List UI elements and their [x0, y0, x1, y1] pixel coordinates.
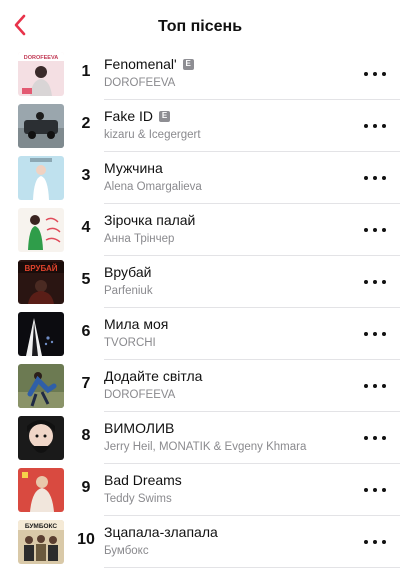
song-artist: kizaru & Icegergert — [104, 129, 201, 141]
explicit-badge: E — [159, 110, 171, 122]
song-rank: 4 — [81, 219, 91, 236]
song-artist: Parfeniuk — [104, 285, 153, 297]
ellipsis-icon[interactable] — [364, 222, 386, 238]
ellipsis-icon[interactable] — [364, 170, 386, 186]
song-row[interactable]: 7 Додайте світла DOROFEEVA — [0, 360, 400, 412]
svg-text:БУМБОКС: БУМБОКС — [25, 523, 58, 530]
song-title-line: Мила моя — [104, 316, 168, 332]
album-artwork: БУМБОКС — [18, 520, 64, 564]
song-title: Врубай — [104, 264, 152, 280]
song-rank: 6 — [81, 323, 91, 340]
page-title: Топ пісень — [157, 18, 243, 35]
ellipsis-icon[interactable] — [364, 326, 386, 342]
song-rank: 8 — [81, 427, 91, 444]
song-title-line: Fenomenal' E — [104, 56, 194, 72]
song-title-line: Bad Dreams — [104, 472, 182, 488]
song-artist: DOROFEEVA — [104, 389, 176, 401]
album-artwork — [18, 468, 64, 512]
song-row[interactable]: ВРУБАЙ 5 Врубай Parfeniuk — [0, 256, 400, 308]
ellipsis-icon[interactable] — [364, 118, 386, 134]
ellipsis-icon[interactable] — [364, 274, 386, 290]
song-list: DOROFEEVA 1 Fenomenal' E DOROFEEVA 2 Fake ID… — [0, 48, 400, 568]
ellipsis-icon[interactable] — [364, 66, 386, 82]
song-row[interactable]: 2 Fake ID Ekizaru & Icegergert — [0, 100, 400, 152]
song-title-line: Fake ID E — [104, 108, 171, 124]
song-title: Додайте світла — [104, 368, 203, 384]
album-artwork — [18, 364, 64, 408]
album-artwork — [18, 312, 64, 356]
ellipsis-icon[interactable] — [364, 482, 386, 498]
song-title: Fenomenal' — [104, 56, 177, 72]
song-rank: 1 — [81, 63, 91, 80]
album-artwork: ВРУБАЙ — [18, 260, 64, 304]
song-rank: 7 — [81, 375, 91, 392]
song-artist: TVORCHI — [104, 337, 156, 349]
song-row[interactable]: DOROFEEVA 1 Fenomenal' E DOROFEEVA — [0, 48, 400, 100]
song-rank: 9 — [81, 479, 91, 496]
song-title: Мила моя — [104, 316, 169, 332]
song-title-line: Мужчина — [104, 160, 163, 176]
song-title: Зцапала-злапала — [104, 524, 218, 540]
song-title-line: Додайте світла — [104, 368, 202, 384]
song-artist: Jerry Heil, MONATIK & Evgeny Khmara — [104, 441, 307, 453]
row-divider — [104, 567, 400, 568]
song-rank: 5 — [81, 271, 91, 288]
album-artwork — [18, 156, 64, 200]
song-row[interactable]: 4 Зірочка палай Анна Трінчер — [0, 204, 400, 256]
song-title-line: Зцапала-злапала — [104, 524, 218, 540]
song-rank: 3 — [81, 167, 91, 184]
song-rank: 10 — [77, 531, 95, 548]
song-title: Мужчина — [104, 160, 163, 176]
explicit-badge: E — [182, 58, 194, 70]
chevron-left-icon[interactable] — [8, 12, 32, 38]
song-row[interactable]: 3 Мужчина Alena Omargalieva — [0, 152, 400, 204]
song-title: Bad Dreams — [104, 472, 182, 488]
song-artist: Alena Omargalieva — [104, 181, 202, 193]
ellipsis-icon[interactable] — [364, 430, 386, 446]
album-artwork — [18, 104, 64, 148]
song-artist: Анна Трінчер — [104, 233, 175, 245]
song-title: Fake ID — [104, 108, 154, 124]
song-row[interactable]: 9 Bad Dreams Teddy Swims — [0, 464, 400, 516]
song-row[interactable]: 6 Мила моя TVORCHI — [0, 308, 400, 360]
svg-text:DOROFEEVA: DOROFEEVA — [24, 55, 58, 61]
song-artist: Teddy Swims — [104, 493, 172, 505]
ellipsis-icon[interactable] — [364, 378, 386, 394]
album-artwork — [18, 208, 64, 252]
song-title: Зірочка палай — [104, 212, 196, 228]
song-row[interactable]: 8 ВИМОЛИВ Jerry Heil, MONATIK & Evgeny Khm… — [0, 412, 400, 464]
navigation-bar: Топ пісень — [0, 0, 400, 50]
song-title-line: Врубай — [104, 264, 151, 280]
song-artist: DOROFEEVA — [104, 77, 176, 89]
song-rank: 2 — [81, 115, 91, 132]
song-title-line: Зірочка палай — [104, 212, 195, 228]
song-title: ВИМОЛИВ — [104, 420, 175, 436]
song-row[interactable]: БУМБОКС 10 Зцапала-злапала Бумбокс — [0, 516, 400, 568]
song-title-line: ВИМОЛИВ — [104, 420, 174, 436]
album-artwork: DOROFEEVA — [18, 52, 64, 96]
svg-text:ВРУБАЙ: ВРУБАЙ — [25, 264, 58, 273]
song-artist: Бумбокс — [104, 545, 149, 557]
album-artwork — [18, 416, 64, 460]
ellipsis-icon[interactable] — [364, 534, 386, 550]
